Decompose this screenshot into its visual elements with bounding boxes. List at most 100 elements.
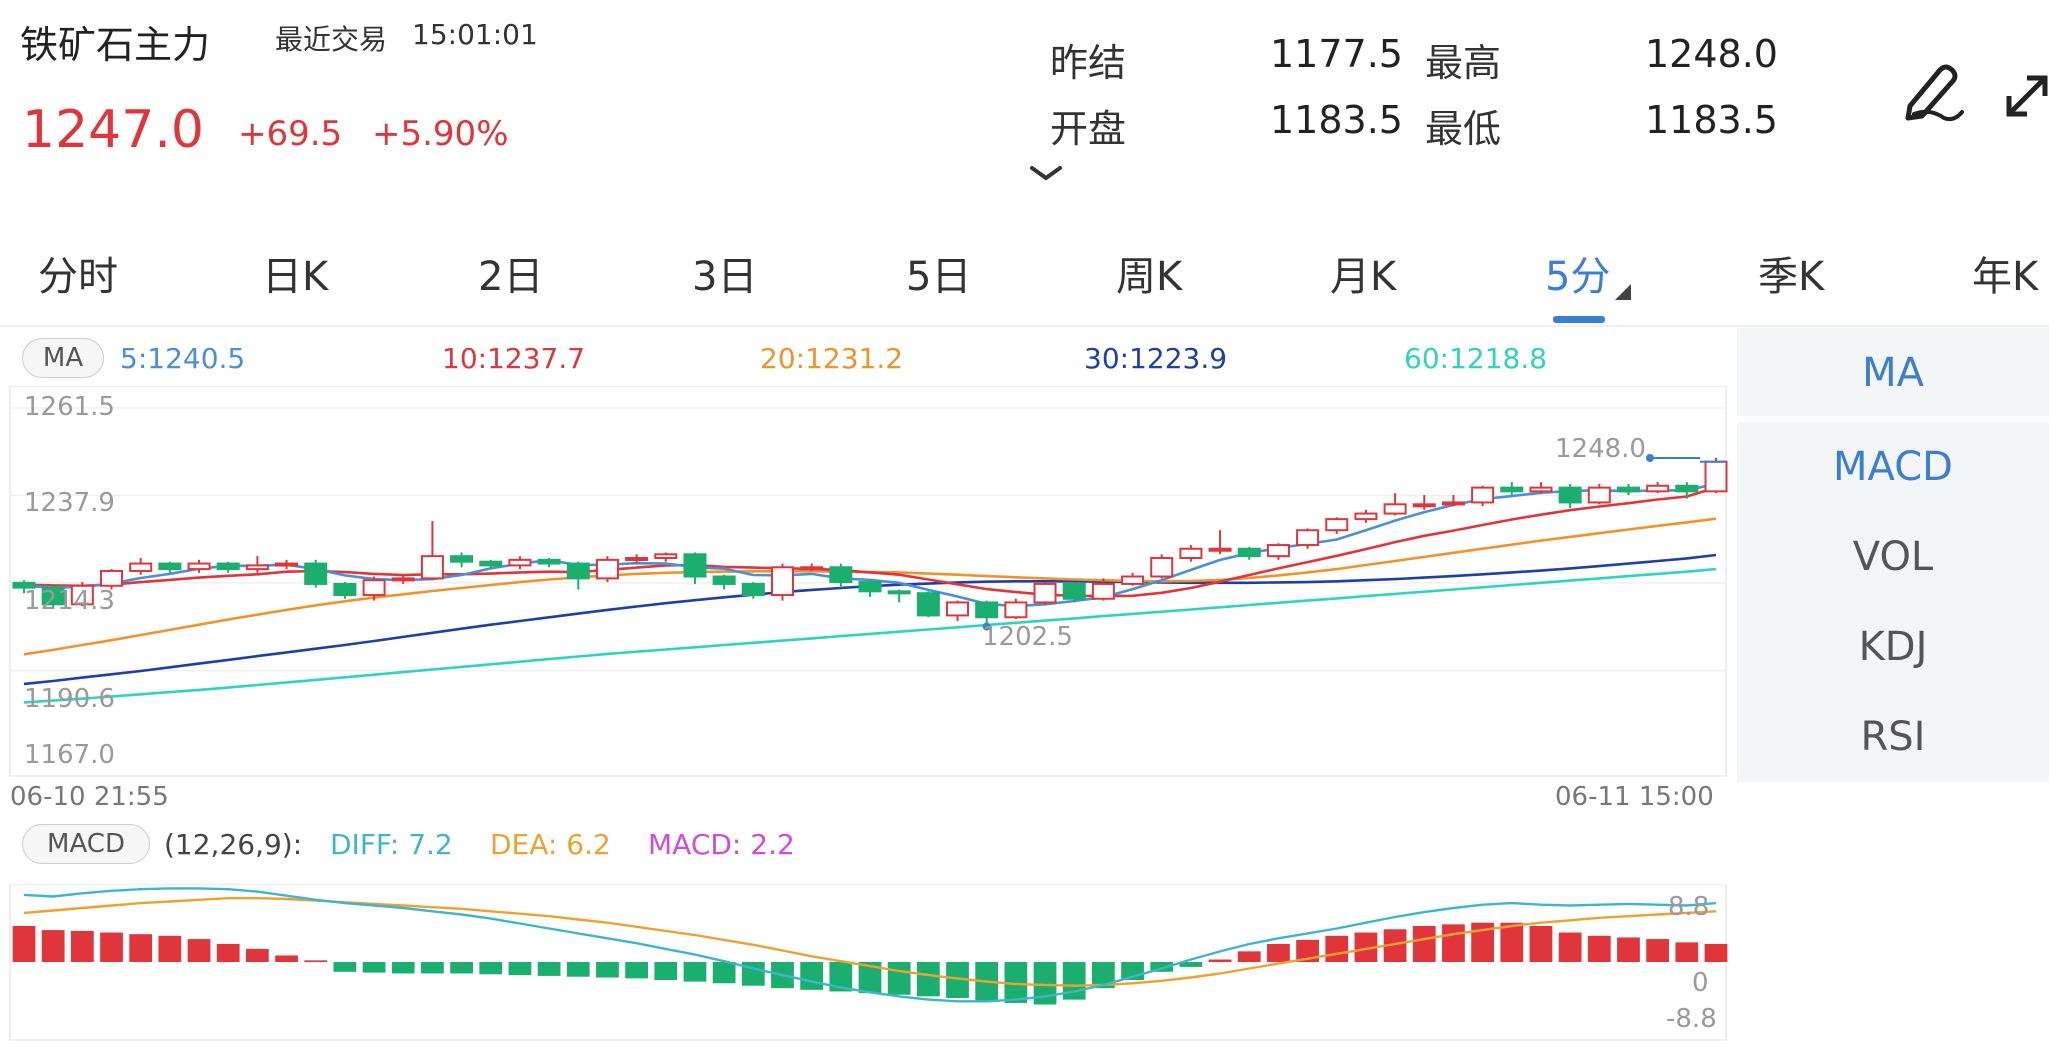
- candle-up: [1296, 529, 1320, 547]
- macd-bar-positive: [1412, 926, 1436, 962]
- macd-bar-positive: [1675, 942, 1699, 962]
- candle-down: [537, 558, 561, 565]
- ma10-legend: 10:1237.7: [442, 342, 586, 375]
- candle-up: [654, 553, 678, 559]
- candle-up: [100, 569, 124, 587]
- candle-up: [1325, 518, 1349, 532]
- macd-bar-positive: [1558, 932, 1582, 962]
- macd-bar-negative: [625, 962, 648, 979]
- tab-quarterly-k[interactable]: 季K: [1758, 244, 1824, 302]
- panel-separator: [1737, 416, 2049, 422]
- macd-bar-negative: [537, 962, 561, 976]
- indicator-vol[interactable]: VOL: [1737, 534, 2049, 580]
- last-trade-time: 15:01:01: [412, 18, 538, 51]
- open-value: 1183.5: [1270, 98, 1403, 142]
- tab-yearly-k[interactable]: 年K: [1972, 244, 2038, 302]
- candle-down: [479, 560, 503, 567]
- candle-down: [1558, 486, 1582, 504]
- indicator-kdj[interactable]: KDJ: [1737, 624, 2049, 670]
- price-axis-tick: 1261.5: [24, 392, 115, 422]
- indicator-rsi[interactable]: RSI: [1737, 714, 2049, 760]
- candle-up: [1646, 484, 1670, 493]
- tab-intraday[interactable]: 分时: [38, 244, 118, 302]
- macd-bar-negative: [566, 962, 590, 977]
- candle-up: [770, 566, 794, 597]
- macd-toggle-button[interactable]: MACD: [22, 824, 150, 864]
- candle-up: [1121, 575, 1145, 585]
- dea-legend: DEA: 6.2: [490, 828, 611, 861]
- candle-up: [1150, 557, 1174, 578]
- active-tab-indicator: [1553, 316, 1605, 323]
- diff-legend: DIFF: 7.2: [330, 828, 453, 861]
- chevron-down-icon[interactable]: [1028, 162, 1064, 186]
- ma-toggle-button[interactable]: MA: [22, 338, 104, 378]
- tab-weekly-k[interactable]: 周K: [1116, 244, 1182, 302]
- macd-bar-positive: [1529, 926, 1553, 962]
- macd-bar-negative: [450, 962, 473, 974]
- candle-down: [858, 581, 882, 593]
- open-label: 开盘: [1050, 107, 1127, 151]
- tab-2-day[interactable]: 2日: [478, 244, 543, 302]
- candle-up: [1383, 503, 1407, 515]
- candle-up: [1412, 503, 1436, 508]
- high-marker-label: 1248.0: [1555, 434, 1646, 464]
- candle-up: [187, 562, 211, 571]
- indicator-macd[interactable]: MACD: [1737, 444, 2049, 490]
- macd-bar-negative: [683, 962, 707, 982]
- macd-bar-negative: [421, 962, 444, 974]
- candle-down: [829, 566, 853, 584]
- tab-daily-k[interactable]: 日K: [262, 244, 328, 302]
- macd-bar-negative: [654, 962, 678, 980]
- macd-bar-negative: [391, 962, 415, 974]
- candle-up: [362, 579, 386, 597]
- divider: [0, 325, 2049, 327]
- macd-bar-negative: [887, 962, 911, 995]
- tab-monthly-k[interactable]: 月K: [1330, 244, 1396, 302]
- candle-down: [1500, 486, 1524, 493]
- macd-bar-positive: [1617, 937, 1640, 962]
- candle-down: [216, 562, 240, 571]
- candle-up: [1004, 601, 1028, 619]
- macd-bar-negative: [712, 962, 736, 984]
- high-label: 最高: [1425, 41, 1502, 85]
- price-change-percent: +5.90%: [372, 114, 509, 154]
- caret-dropdown-icon[interactable]: [1615, 284, 1631, 300]
- macd-bar-positive: [158, 935, 182, 962]
- price-axis-tick: 1237.9: [24, 488, 115, 518]
- candle-up: [1033, 582, 1057, 604]
- macd-bar-negative: [596, 962, 619, 978]
- macd-bar-positive: [1325, 935, 1349, 962]
- macd-bar-positive: [41, 930, 65, 962]
- candlestick-chart[interactable]: [0, 386, 1737, 786]
- macd-bar-positive: [100, 932, 123, 962]
- candle-down: [975, 601, 999, 619]
- macd-bar-positive: [1646, 939, 1670, 962]
- candle-down: [450, 555, 474, 563]
- tab-5-minute[interactable]: 5分: [1545, 244, 1610, 302]
- candle-up: [275, 562, 299, 567]
- time-axis-start: 06-10 21:55: [10, 782, 169, 812]
- macd-bar-positive: [1704, 944, 1728, 962]
- ma5-legend: 5:1240.5: [120, 342, 246, 375]
- macd-axis-tick: -8.8: [1666, 1004, 1717, 1034]
- ma30-line: [23, 553, 1717, 686]
- candle-down: [712, 575, 736, 585]
- candle-up: [1471, 486, 1495, 504]
- price-axis-tick: 1190.6: [24, 684, 115, 714]
- indicator-ma[interactable]: MA: [1737, 350, 2049, 396]
- macd-bar-positive: [70, 930, 94, 962]
- pen-draw-icon[interactable]: [1900, 56, 1966, 122]
- macd-bar-positive: [275, 955, 298, 962]
- price-axis-tick: 1214.3: [24, 586, 115, 616]
- macd-chart[interactable]: [0, 884, 1737, 1044]
- macd-bar-positive: [1208, 959, 1232, 962]
- tab-3-day[interactable]: 3日: [692, 244, 757, 302]
- candle-up: [245, 564, 269, 571]
- candle-up: [391, 577, 415, 582]
- candle-up: [1354, 512, 1378, 521]
- fullscreen-icon[interactable]: [2005, 56, 2049, 122]
- tab-5-day[interactable]: 5日: [906, 244, 971, 302]
- candle-up: [1266, 544, 1290, 558]
- price-axis-tick: 1167.0: [24, 740, 115, 770]
- candle-down: [1675, 484, 1699, 493]
